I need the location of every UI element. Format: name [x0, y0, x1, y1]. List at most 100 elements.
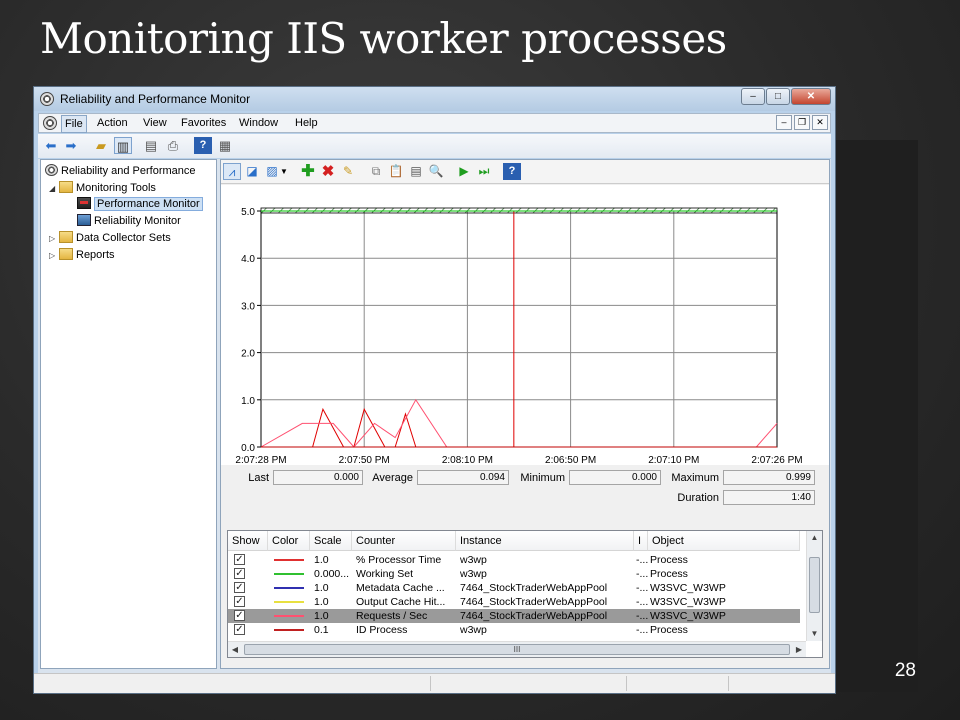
- mdi-minimize-button[interactable]: –: [776, 115, 792, 130]
- col-header-show[interactable]: Show: [228, 531, 268, 551]
- view-current-activity-icon[interactable]: ◪: [243, 163, 261, 180]
- color-line: [274, 615, 304, 617]
- table-row[interactable]: ✓ 1.0 Output Cache Hit... 7464_StockTraderW…: [228, 595, 800, 609]
- forward-arrow-icon[interactable]: ➡: [62, 137, 80, 154]
- menu-view[interactable]: View: [143, 117, 167, 129]
- system-menu-icon[interactable]: [43, 116, 57, 130]
- cell-object: W3SVC_W3WP: [650, 596, 726, 608]
- properties-icon[interactable]: ▤: [407, 163, 425, 180]
- col-header-object[interactable]: Object: [648, 531, 800, 551]
- col-header-scale[interactable]: Scale: [310, 531, 352, 551]
- menu-favorites[interactable]: Favorites: [181, 117, 226, 129]
- show-checkbox[interactable]: ✓: [234, 582, 245, 593]
- col-header-parent[interactable]: I: [634, 531, 648, 551]
- tree-item-reliability-monitor[interactable]: Reliability Monitor: [77, 213, 181, 229]
- menu-window[interactable]: Window: [239, 117, 278, 129]
- reliability-monitor-icon: [77, 214, 91, 226]
- tree-item-reports[interactable]: ▷ Reports: [49, 247, 115, 263]
- table-row[interactable]: ✓ 1.0 Requests / Sec 7464_StockTraderWebApp…: [228, 609, 800, 623]
- add-counter-icon[interactable]: ✚: [299, 163, 317, 180]
- expand-arrow-icon[interactable]: ▷: [49, 248, 59, 264]
- tree-item-reliability-performance[interactable]: Reliability and Performance: [45, 163, 196, 179]
- x-tick-label: 2:08:10 PM: [442, 455, 493, 465]
- table-row[interactable]: ✓ 0.000... Working Set w3wp -... Process: [228, 567, 800, 581]
- slide-backdrop-panel: [836, 140, 918, 692]
- console-icon[interactable]: ▦: [216, 137, 234, 154]
- table-row[interactable]: ✓ 1.0 Metadata Cache ... 7464_StockTraderWe…: [228, 581, 800, 595]
- cell-instance: w3wp: [460, 624, 487, 636]
- y-tick-label: 0.0: [241, 443, 255, 454]
- menu-help[interactable]: Help: [295, 117, 318, 129]
- tree-item-data-collector-sets[interactable]: ▷ Data Collector Sets: [49, 230, 171, 246]
- reports-icon: [59, 248, 73, 260]
- cell-counter: Requests / Sec: [356, 610, 428, 622]
- show-checkbox[interactable]: ✓: [234, 596, 245, 607]
- show-checkbox[interactable]: ✓: [234, 624, 245, 635]
- y-tick-label: 5.0: [241, 207, 255, 218]
- help-icon[interactable]: ?: [503, 163, 521, 180]
- col-header-instance[interactable]: Instance: [456, 531, 634, 551]
- unfreeze-display-icon[interactable]: ▶: [455, 163, 473, 180]
- x-tick-label: 2:07:28 PM: [235, 455, 286, 465]
- scroll-right-arrow-icon[interactable]: ▶: [792, 642, 806, 657]
- help-icon[interactable]: ?: [194, 137, 212, 154]
- table-row[interactable]: ✓ 1.0 % Processor Time w3wp -... Process: [228, 553, 800, 567]
- menu-action[interactable]: Action: [97, 117, 128, 129]
- close-button[interactable]: ✕: [791, 88, 831, 105]
- status-divider: [626, 676, 627, 691]
- graph-toolbar: ⩘ ◪ ▨ ▼ ✚ ✖ ✎ ⧉ 📋 ▤ 🔍 ▶ ⏭ ?: [221, 160, 829, 184]
- y-tick-label: 1.0: [241, 396, 255, 407]
- highlight-icon[interactable]: ✎: [339, 163, 357, 180]
- up-folder-icon[interactable]: ▰: [92, 137, 110, 154]
- color-line: [274, 573, 304, 575]
- color-line: [274, 559, 304, 561]
- tree-item-monitoring-tools[interactable]: ◢ Monitoring Tools: [49, 180, 156, 196]
- cell-parent: -...: [636, 610, 649, 622]
- properties-icon[interactable]: ▤: [142, 137, 160, 154]
- paste-counter-list-icon[interactable]: 📋: [387, 163, 405, 180]
- window-titlebar[interactable]: Reliability and Performance Monitor – □ …: [34, 87, 835, 111]
- cell-object: Process: [650, 554, 688, 566]
- col-header-color[interactable]: Color: [268, 531, 310, 551]
- table-row[interactable]: ✓ 0.1 ID Process w3wp -... Process: [228, 623, 800, 637]
- cell-parent: -...: [636, 596, 649, 608]
- delete-counter-icon[interactable]: ✖: [319, 163, 337, 180]
- cell-object: W3SVC_W3WP: [650, 610, 726, 622]
- scroll-up-arrow-icon[interactable]: ▲: [807, 531, 822, 545]
- y-tick-label: 2.0: [241, 349, 255, 360]
- scroll-left-arrow-icon[interactable]: ◀: [228, 642, 242, 657]
- perfmon-window: Reliability and Performance Monitor – □ …: [33, 86, 836, 694]
- print-icon[interactable]: ⎙: [164, 137, 182, 154]
- cell-object: Process: [650, 568, 688, 580]
- mdi-close-button[interactable]: ✕: [812, 115, 828, 130]
- show-checkbox[interactable]: ✓: [234, 554, 245, 565]
- scroll-thumb[interactable]: [809, 557, 820, 613]
- table-horizontal-scrollbar[interactable]: ◀ III ▶: [228, 641, 806, 657]
- performance-chart[interactable]: 5.0 4.0 3.0 2.0 1.0 0.02:07:28 PM 2:07:50 PM 2:…: [221, 185, 829, 466]
- view-graph-icon[interactable]: ⩘: [223, 163, 241, 180]
- maximize-button[interactable]: □: [766, 88, 790, 105]
- stat-maximum-value: 0.999: [723, 470, 815, 485]
- minimize-button[interactable]: –: [741, 88, 765, 105]
- show-checkbox[interactable]: ✓: [234, 610, 245, 621]
- zoom-icon[interactable]: 🔍: [427, 163, 445, 180]
- tree-item-performance-monitor[interactable]: Performance Monitor: [77, 196, 203, 212]
- expand-arrow-icon[interactable]: ▷: [49, 231, 59, 247]
- copy-properties-icon[interactable]: ⧉: [367, 163, 385, 180]
- back-arrow-icon[interactable]: ⬅: [42, 137, 60, 154]
- show-hide-tree-icon[interactable]: ▥: [114, 137, 132, 154]
- scroll-down-arrow-icon[interactable]: ▼: [807, 627, 822, 641]
- cell-instance: w3wp: [460, 554, 487, 566]
- cell-instance: 7464_StockTraderWebAppPool: [460, 596, 608, 608]
- table-vertical-scrollbar[interactable]: ▲ ▼: [806, 531, 822, 641]
- scroll-thumb-horizontal[interactable]: III: [244, 644, 790, 655]
- col-header-counter[interactable]: Counter: [352, 531, 456, 551]
- cell-parent: -...: [636, 582, 649, 594]
- dropdown-icon[interactable]: ▼: [279, 163, 289, 180]
- cell-counter: Working Set: [356, 568, 413, 580]
- update-data-icon[interactable]: ⏭: [475, 163, 493, 180]
- collapse-arrow-icon[interactable]: ◢: [49, 181, 59, 197]
- mdi-restore-button[interactable]: ❐: [794, 115, 810, 130]
- menu-file[interactable]: File: [61, 115, 87, 133]
- show-checkbox[interactable]: ✓: [234, 568, 245, 579]
